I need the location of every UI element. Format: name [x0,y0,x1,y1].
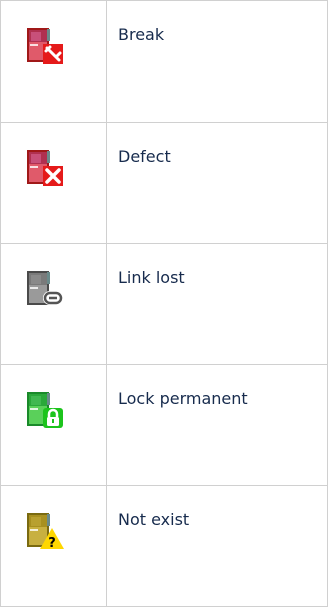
status-label: Break [106,0,328,123]
status-label: Lock permanent [106,364,328,486]
icon-cell [0,122,107,244]
status-label: Defect [106,122,328,244]
icon-cell [0,0,107,123]
status-label: Link lost [106,243,328,365]
icon-cell [0,364,107,486]
table-row: Break [0,0,328,123]
icon-cell: ? [0,485,107,607]
table-row: ? Not exist [0,485,328,607]
table-row: Link lost [0,243,328,365]
table-row: Defect [0,122,328,244]
door-break-icon [27,28,63,64]
door-not-exist-icon: ? [27,513,64,550]
svg-text:?: ? [48,536,56,550]
door-defect-icon [27,150,63,186]
status-label: Not exist [106,485,328,607]
door-link-lost-icon [27,271,63,305]
door-status-table: Break Defect Link lost Lock permanent ? … [0,0,328,607]
icon-cell [0,243,107,365]
door-lock-permanent-icon [27,392,63,428]
table-row: Lock permanent [0,364,328,486]
